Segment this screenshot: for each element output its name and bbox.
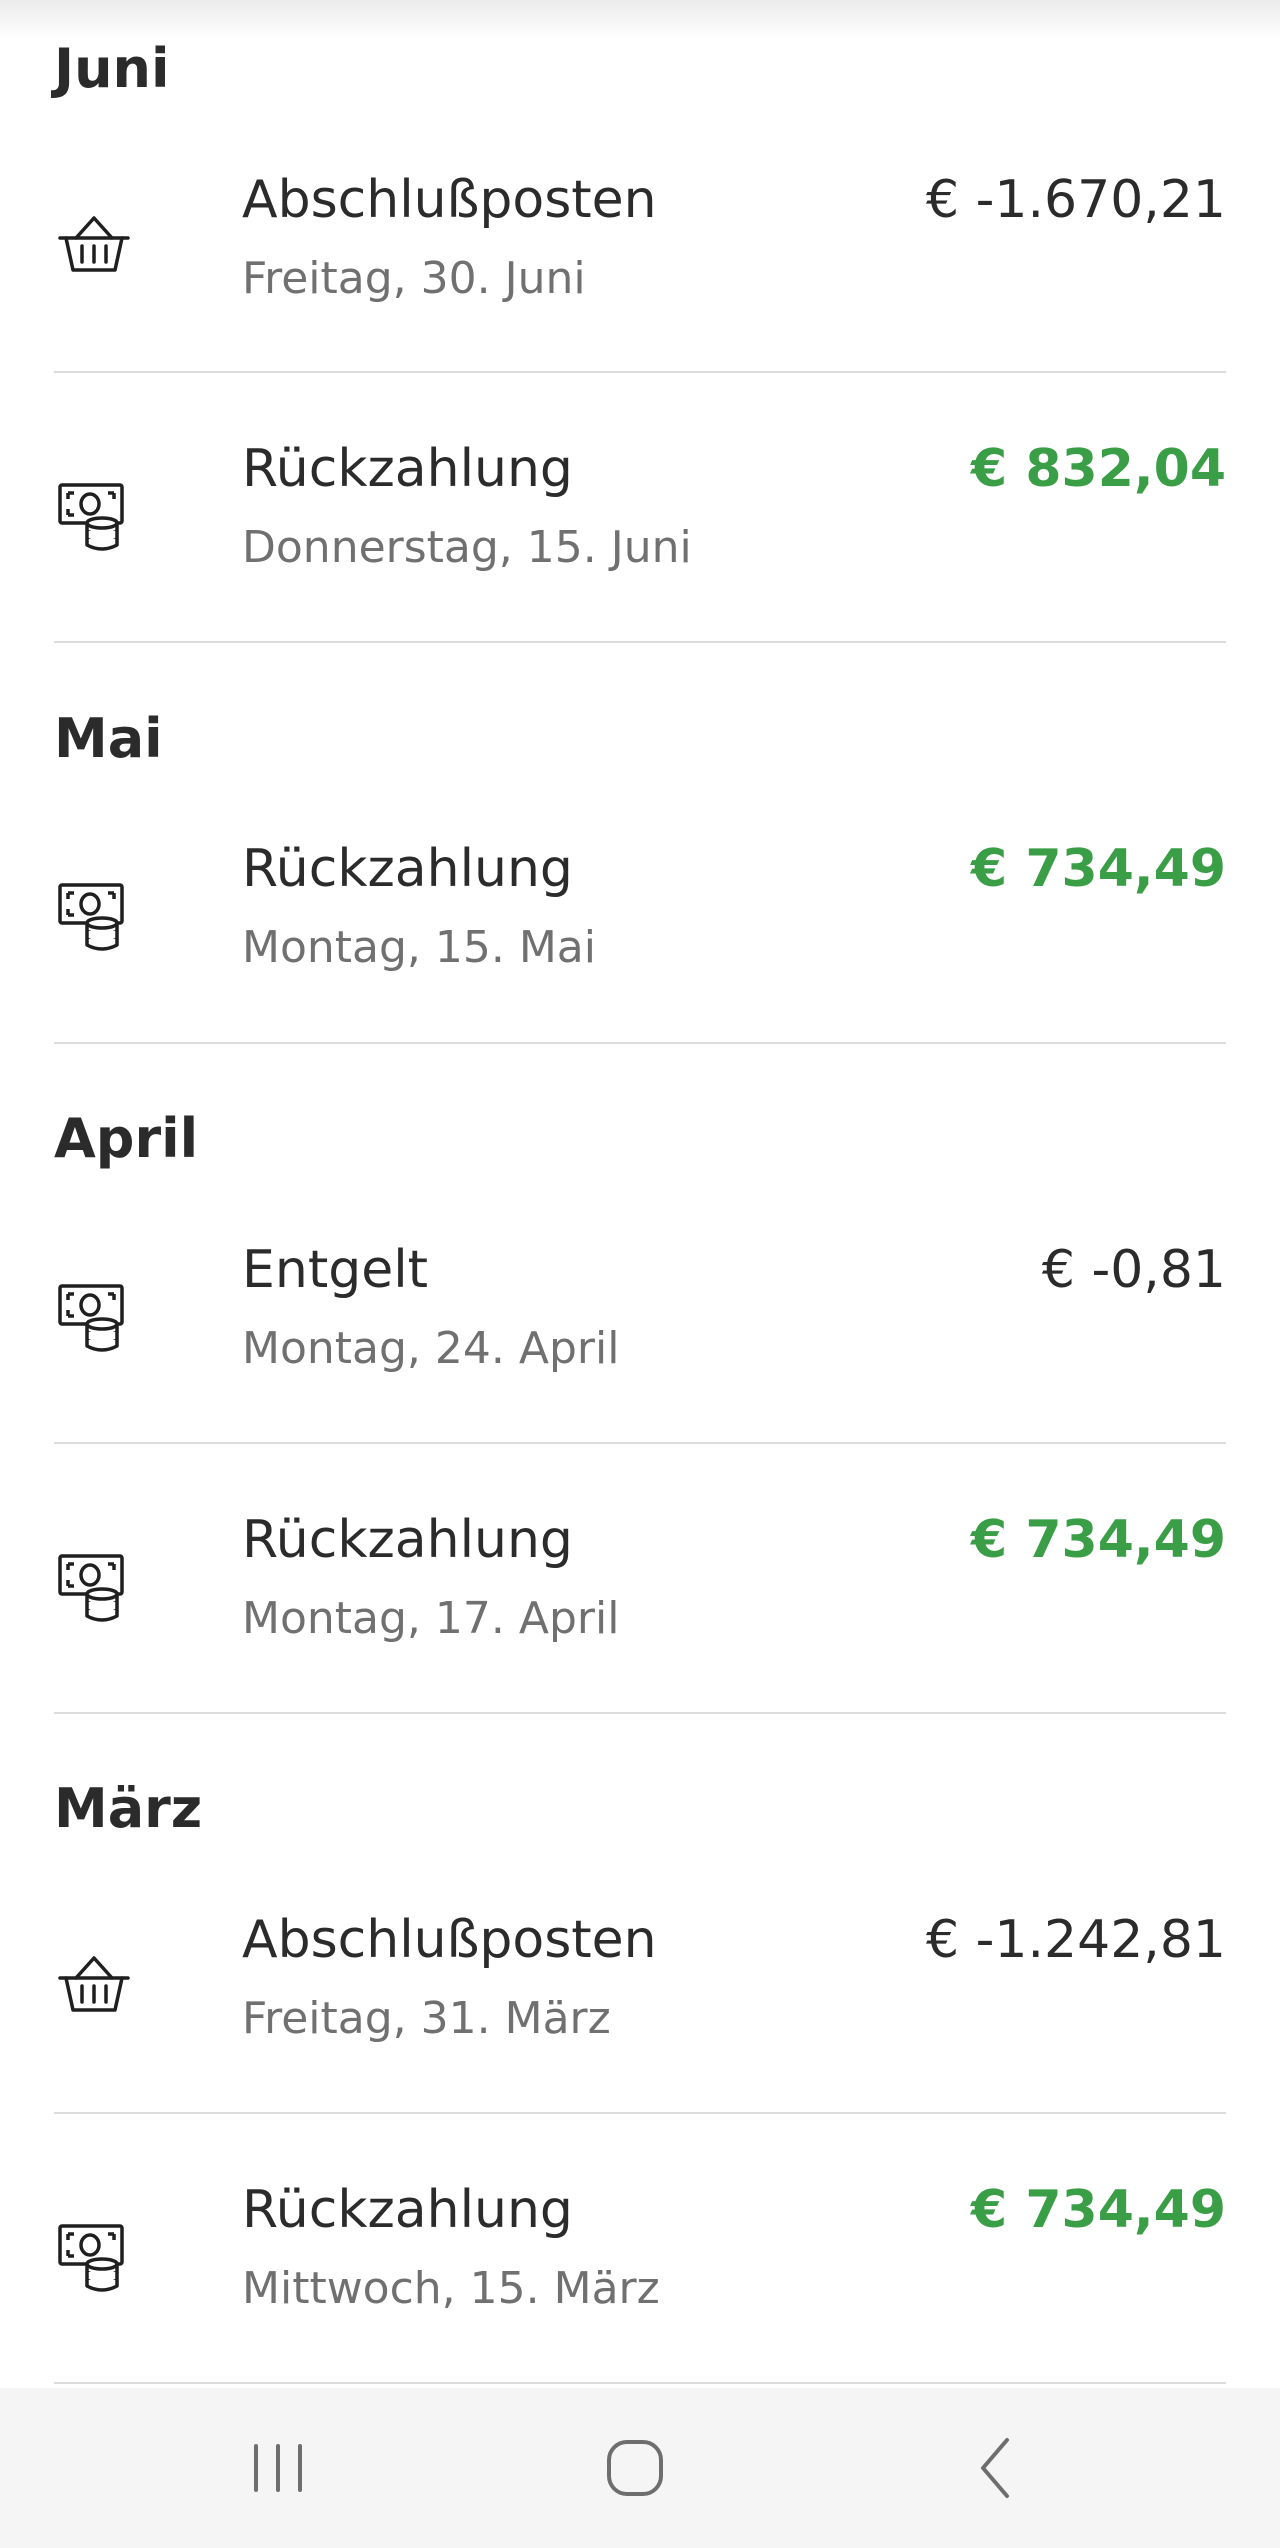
transaction-title: Entgelt — [242, 1240, 429, 1300]
transaction-row[interactable]: Rückzahlung Montag, 15. Mai € 734,49 — [0, 773, 1280, 1041]
transaction-date: Montag, 24. April — [242, 1323, 620, 1374]
divider — [54, 2382, 1226, 2384]
transaction-amount: € -1.670,21 — [926, 170, 1226, 230]
recent-apps-icon[interactable] — [238, 2428, 318, 2508]
transaction-row[interactable]: Rückzahlung Mittwoch, 15. März € 734,49 — [0, 2114, 1280, 2382]
home-icon[interactable] — [595, 2428, 675, 2508]
transaction-amount: € 832,04 — [971, 439, 1226, 499]
basket-icon — [54, 1944, 134, 2024]
transaction-date: Freitag, 30. Juni — [242, 253, 586, 304]
top-shadow — [0, 0, 1280, 40]
transaction-date: Freitag, 31. März — [242, 1993, 611, 2044]
money-coins-icon — [54, 1544, 134, 1624]
basket-icon — [54, 204, 134, 284]
transaction-date: Donnerstag, 15. Juni — [242, 522, 692, 573]
money-coins-icon — [54, 2214, 134, 2294]
transaction-row[interactable]: Rückzahlung Donnerstag, 15. Juni € 832,0… — [0, 373, 1280, 641]
transaction-title: Rückzahlung — [242, 839, 573, 899]
transaction-title: Rückzahlung — [242, 1510, 573, 1570]
transaction-amount: € -1.242,81 — [926, 1910, 1226, 1970]
money-coins-icon — [54, 1274, 134, 1354]
month-header-april: April — [54, 1107, 199, 1170]
transaction-date: Montag, 17. April — [242, 1593, 620, 1644]
transaction-row[interactable]: Abschlußposten Freitag, 30. Juni € -1.67… — [0, 104, 1280, 372]
transaction-date: Montag, 15. Mai — [242, 922, 596, 973]
divider — [54, 1042, 1226, 1044]
divider — [54, 1712, 1226, 1714]
transaction-title: Rückzahlung — [242, 2180, 573, 2240]
transaction-title: Abschlußposten — [242, 170, 657, 230]
divider — [54, 641, 1226, 643]
transaction-row[interactable]: Abschlußposten Freitag, 31. März € -1.24… — [0, 1844, 1280, 2112]
transaction-title: Rückzahlung — [242, 439, 573, 499]
transaction-title: Abschlußposten — [242, 1910, 657, 1970]
money-coins-icon — [54, 473, 134, 553]
system-navigation-bar — [0, 2388, 1280, 2548]
back-icon[interactable] — [955, 2428, 1035, 2508]
month-header-juni: Juni — [54, 37, 170, 100]
money-coins-icon — [54, 873, 134, 953]
transaction-date: Mittwoch, 15. März — [242, 2263, 660, 2314]
transaction-amount: € 734,49 — [971, 2180, 1226, 2240]
month-header-mai: Mai — [54, 707, 163, 770]
transaction-amount: € 734,49 — [971, 1510, 1226, 1570]
transaction-row[interactable]: Entgelt Montag, 24. April € -0,81 — [0, 1174, 1280, 1442]
transaction-amount: € -0,81 — [1041, 1240, 1226, 1300]
transaction-amount: € 734,49 — [971, 839, 1226, 899]
transaction-row[interactable]: Rückzahlung Montag, 17. April € 734,49 — [0, 1444, 1280, 1712]
month-header-maerz: März — [54, 1777, 203, 1840]
